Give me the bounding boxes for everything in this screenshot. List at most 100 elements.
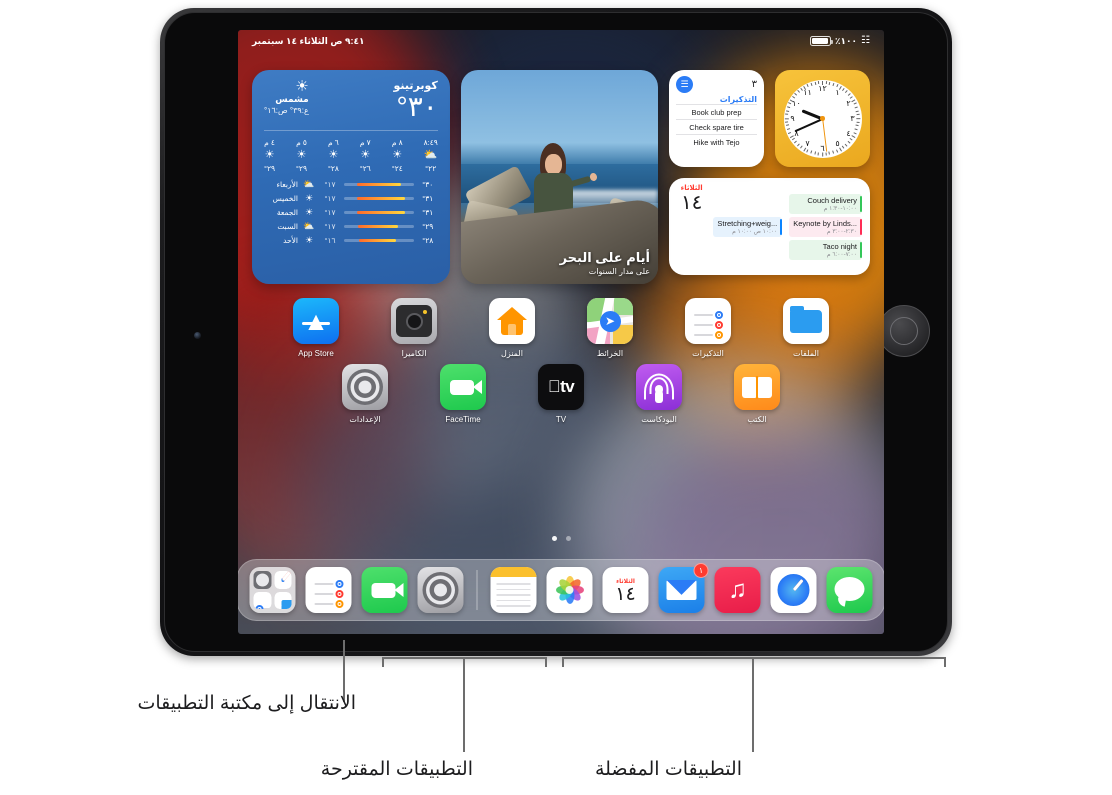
page-dot[interactable] <box>565 536 571 541</box>
calendar-event-title: Stretching+weig... <box>717 218 778 228</box>
clock-tick <box>829 152 831 155</box>
clock-tick <box>832 82 835 86</box>
battery-icon <box>810 36 834 46</box>
weather-hour-temp: ٢٢° <box>425 164 437 173</box>
clock-tick <box>810 82 812 86</box>
home-button[interactable] <box>878 305 930 357</box>
clock-tick <box>850 96 853 99</box>
app-icon-facetime[interactable]: FaceTime <box>414 364 512 424</box>
dock-item-mail[interactable]: ١ <box>658 563 709 613</box>
weather-day-row: الأربعاء ⛅ ١٧° ٣٠° <box>264 179 438 190</box>
calendar-widget-day: ١٤ <box>680 192 703 214</box>
reminders-icon <box>305 567 352 613</box>
clock-tick <box>850 138 853 141</box>
app-icon-settings[interactable]: الإعدادات <box>316 364 414 424</box>
app-row-1: ▲ App Store الكاميرا المنزل ➤ الخرائط التذكيرا… <box>256 298 866 358</box>
calendar-events-primary: Couch delivery ١٠:٠٠-١:٣٠ م Keynote by Lin… <box>789 184 862 269</box>
clock-tick <box>829 81 831 85</box>
settings-icon <box>342 364 388 410</box>
dock-item-photos[interactable] <box>546 567 593 613</box>
weather-day-range-bar <box>344 239 414 242</box>
weather-hour-item: ٨ م ☀ ٢٤° <box>392 138 403 173</box>
dock-item-facetime[interactable] <box>361 567 408 613</box>
safari-icon <box>274 571 292 589</box>
app-label: App Store <box>298 349 334 358</box>
messages-icon <box>826 567 873 613</box>
clock-tick <box>822 153 824 157</box>
weather-hour-temp: ٢٩° <box>295 164 307 173</box>
dock-item-messages[interactable] <box>826 567 873 613</box>
weather-day-row: الأحد ☀ ١٦° ٢٨° <box>264 235 438 246</box>
app-icon-maps[interactable]: ➤ الخرائط <box>561 298 659 358</box>
weather-hour-temp: ٢٤° <box>391 164 403 173</box>
app-library-icon <box>249 567 296 613</box>
app-store-icon: ▲ <box>293 298 339 344</box>
clock-tick <box>814 152 816 155</box>
weather-day-high: ٣١° <box>422 194 434 203</box>
clock-tick <box>847 93 851 96</box>
sun-icon: ☀ <box>304 207 314 217</box>
app-row-2: الإعدادات FaceTime tv TV البودكاست الكتب <box>256 364 866 424</box>
podcasts-icon <box>636 364 682 410</box>
app-icon-tv[interactable]: tv TV <box>512 364 610 424</box>
dock-item-calendar[interactable]: الثلاثاء ١٤ <box>602 567 649 613</box>
clock-numeral: ٨ <box>794 128 799 138</box>
weather-day-name: الخميس <box>272 194 298 203</box>
page-dot[interactable] <box>551 536 557 541</box>
clock-tick <box>836 149 838 153</box>
weather-day-low: ١٧° <box>324 194 336 203</box>
dock-item-app-library[interactable] <box>249 567 296 613</box>
annotation-layer: الانتقال إلى مكتبة التطبيقات التطبيقات ا… <box>0 640 1112 795</box>
sun-icon: ☀ <box>392 149 403 161</box>
clock-widget[interactable]: ١٢ ١ ٢ ٣ ٤ ٥ ٦ ٧ ٨ ٩ ١٠ ١١ <box>775 70 870 167</box>
app-icon-camera[interactable]: الكاميرا <box>365 298 463 358</box>
weather-day-name: الجمعة <box>276 208 298 217</box>
widget-area: كوبرتينو ٣٠° ☀ مشمس ع:٣٩° ص:١٦° ٤ م ☀ ٢٩° ٥… <box>252 70 870 284</box>
front-camera-icon <box>194 332 201 339</box>
calendar-widget[interactable]: الثلاثاء ١٤ Stretching+weig... ١٠:٠٠ ص ١٠… <box>669 178 870 275</box>
weather-hour-item: ٧ م ☀ ٢٦° <box>360 138 371 173</box>
photos-widget[interactable]: أيام على البحر على مدار السنوات <box>460 70 658 284</box>
screenshot-root: ٪١٠٠ ☷ ٩:٤١ ص الثلاثاء ١٤ سبتمبر كوبرتين… <box>0 0 1112 795</box>
dock-item-safari[interactable] <box>770 567 817 613</box>
sun-icon: ☀ <box>304 193 314 203</box>
reminders-icon <box>685 298 731 344</box>
clock-numeral: ١ <box>835 87 840 97</box>
reminder-item: Book club prep <box>676 104 757 119</box>
weather-hour-temp: ٢٩° <box>264 164 276 173</box>
dock-item-settings[interactable] <box>417 567 464 613</box>
clock-tick <box>794 141 797 144</box>
wifi-icon: ☷ <box>861 35 870 46</box>
sunset-icon: ⛅ <box>423 149 438 161</box>
weather-daily-list: الأربعاء ⛅ ١٧° ٣٠° الخميس ☀ ١٧° ٣١° الجمعة ☀ ١٧° ٣١… <box>264 179 438 246</box>
reminder-item: Hike with Tejo <box>676 134 757 149</box>
photos-widget-subtitle: على مدار السنوات <box>588 267 650 276</box>
weather-hour-temp: ٢٨° <box>327 164 339 173</box>
app-icon-files[interactable]: الملفات <box>757 298 855 358</box>
page-indicator-dots[interactable] <box>238 536 884 541</box>
calendar-icon: الثلاثاء ١٤ <box>602 567 649 613</box>
app-icon-app-store[interactable]: ▲ App Store <box>267 298 365 358</box>
dock-item-music[interactable]: ♫ <box>714 567 761 613</box>
clock-tick <box>856 110 859 112</box>
safari-icon <box>770 567 817 613</box>
calendar-event-title: Taco night <box>822 241 857 251</box>
app-icon-podcasts[interactable]: البودكاست <box>610 364 708 424</box>
clock-tick <box>818 152 820 156</box>
reminders-widget[interactable]: ☰ ٣ التذكيرات Book club prep Check spare … <box>669 70 764 167</box>
clock-numeral: ١٠ <box>792 98 801 108</box>
calendar-widget-dow: الثلاثاء <box>680 185 703 192</box>
app-icon-home-app[interactable]: المنزل <box>463 298 561 358</box>
dock-item-reminders[interactable] <box>305 567 352 613</box>
app-icon-books[interactable]: الكتب <box>708 364 806 424</box>
weather-hour-time: ٧ م <box>359 138 371 147</box>
weather-hour-time: ٨ م <box>391 138 403 147</box>
sun-icon: ☀ <box>295 78 309 95</box>
dock-item-notes[interactable] <box>490 567 537 613</box>
clock-numeral: ٩ <box>790 113 795 123</box>
calendar-event: Keynote by Linds... ٢:٣٠-٣:٠٠ م <box>789 216 862 237</box>
clock-tick <box>839 148 842 152</box>
app-icon-reminders[interactable]: التذكيرات <box>659 298 757 358</box>
weather-widget[interactable]: كوبرتينو ٣٠° ☀ مشمس ع:٣٩° ص:١٦° ٤ م ☀ ٢٩° ٥… <box>252 70 450 284</box>
app-label: FaceTime <box>445 415 481 424</box>
